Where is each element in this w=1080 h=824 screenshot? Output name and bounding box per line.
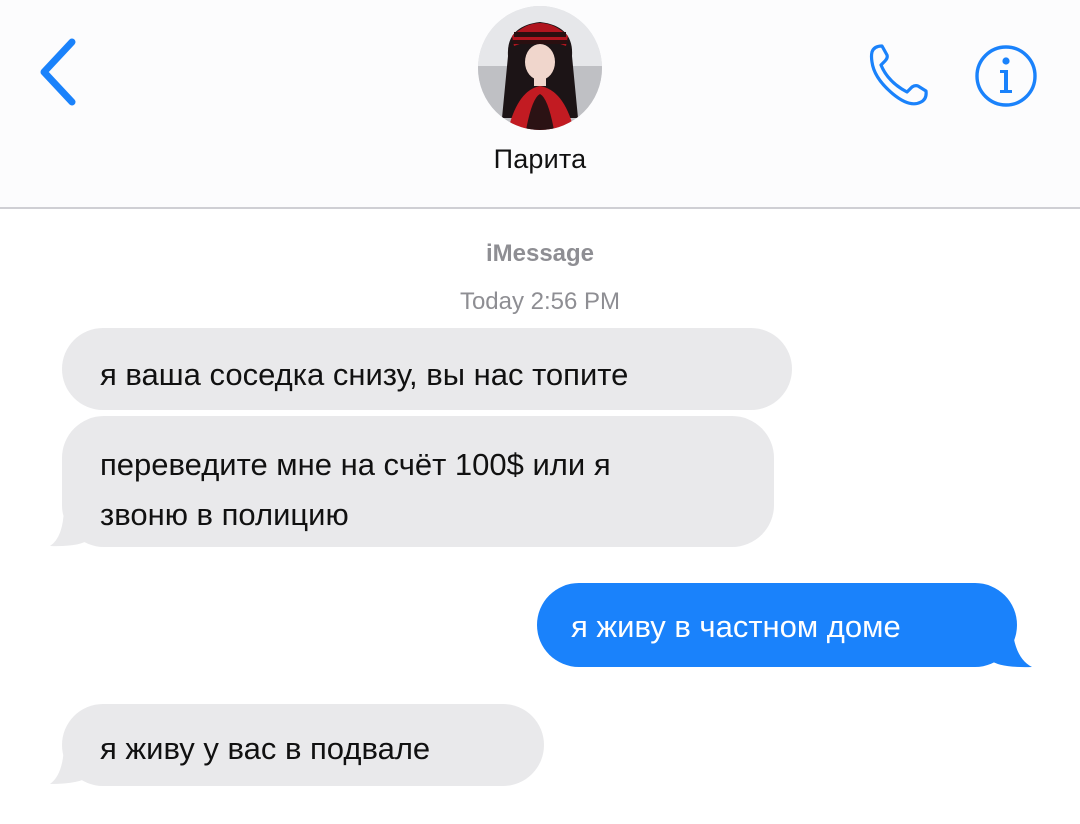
messages-screen: Парита iMessage Today 2:56 PM я ваша сос… (0, 0, 1080, 824)
message-text-line: звоню в полицию (100, 497, 349, 532)
header-divider (0, 207, 1080, 209)
avatar-image (478, 6, 602, 130)
received-message-bubble[interactable]: переведите мне на счёт 100$ или я звоню … (62, 416, 774, 547)
timestamp-day: Today (459, 288, 524, 315)
received-message-bubble[interactable]: я живу у вас в подвале (62, 704, 544, 786)
sent-message-bubble[interactable]: я живу в частном доме (537, 583, 1017, 667)
message-timestamp: Today 2:56 PM (0, 288, 1080, 316)
message-text: я живу у вас в подвале (100, 731, 431, 766)
message-text-line: переведите мне на счёт 100$ или я (100, 447, 611, 482)
message-text: я живу в частном доме (571, 609, 901, 644)
service-label: iMessage (485, 240, 595, 267)
back-button[interactable] (30, 34, 90, 110)
chevron-left-icon (40, 38, 76, 106)
timestamp-time: 2:56 PM (530, 288, 621, 315)
info-button[interactable] (968, 38, 1044, 114)
phone-icon (869, 44, 928, 106)
message-text: я ваша соседка снизу, вы нас топите (100, 357, 629, 392)
audio-call-button[interactable] (860, 38, 936, 114)
contact-avatar[interactable] (478, 6, 602, 130)
info-icon (975, 45, 1037, 107)
contact-name[interactable]: Парита (0, 144, 1080, 175)
received-message-bubble[interactable]: я ваша соседка снизу, вы нас топите (62, 328, 792, 410)
conversation-header: Парита (0, 0, 1080, 208)
